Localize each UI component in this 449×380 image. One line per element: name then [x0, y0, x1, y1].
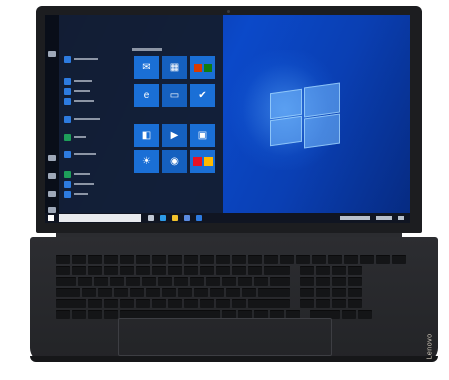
- notifications-icon[interactable]: [398, 216, 404, 220]
- app-list-item[interactable]: [64, 87, 90, 95]
- calendar-icon[interactable]: ▦: [162, 56, 187, 79]
- documents-icon[interactable]: [48, 173, 56, 179]
- app-list-item[interactable]: [64, 55, 98, 63]
- games-icon[interactable]: ▣: [190, 124, 215, 147]
- hamburger-icon[interactable]: [48, 51, 56, 57]
- keyboard[interactable]: [56, 255, 408, 320]
- store-taskbar-icon[interactable]: [184, 215, 190, 221]
- app-list-item[interactable]: [64, 115, 100, 123]
- tiles-group-header: [132, 48, 162, 51]
- app-list-item[interactable]: [64, 77, 92, 85]
- file-explorer-icon[interactable]: [172, 215, 178, 221]
- system-tray[interactable]: [340, 216, 370, 220]
- photos-icon[interactable]: ▭: [162, 84, 187, 107]
- apps-icon[interactable]: [190, 150, 215, 173]
- app-list-item[interactable]: [64, 97, 94, 105]
- app-list-item[interactable]: [64, 150, 96, 158]
- task-view-icon[interactable]: [148, 215, 154, 221]
- app-list-item[interactable]: [64, 180, 94, 188]
- app-list-item[interactable]: [64, 190, 88, 198]
- windows-start-icon: [48, 215, 54, 221]
- app-list-item[interactable]: [64, 170, 90, 178]
- start-button[interactable]: [46, 214, 56, 222]
- start-menu-rail: [45, 15, 59, 213]
- office-icon[interactable]: [190, 56, 215, 79]
- tasks-icon[interactable]: ✔: [190, 84, 215, 107]
- clock[interactable]: [376, 216, 392, 220]
- base-edge: [30, 356, 438, 362]
- brand-badge: Lenovo: [425, 333, 434, 359]
- taskbar-search-input[interactable]: [59, 214, 141, 222]
- webcam: [227, 10, 230, 13]
- user-icon[interactable]: [48, 155, 56, 161]
- weather-icon[interactable]: ☀: [134, 150, 159, 173]
- windows-logo-icon: [270, 82, 340, 149]
- mail-taskbar-icon[interactable]: [196, 215, 202, 221]
- edge-icon[interactable]: e: [134, 84, 159, 107]
- store-icon[interactable]: ◧: [134, 124, 159, 147]
- media-icon[interactable]: ▶: [162, 124, 187, 147]
- app-list-item[interactable]: [64, 133, 86, 141]
- news-icon[interactable]: ◉: [162, 150, 187, 173]
- edge-taskbar-icon[interactable]: [160, 215, 166, 221]
- brand-label: Lenovo: [426, 333, 433, 359]
- touchpad[interactable]: [118, 318, 332, 356]
- settings-icon[interactable]: [48, 191, 56, 197]
- mail-icon[interactable]: ✉: [134, 56, 159, 79]
